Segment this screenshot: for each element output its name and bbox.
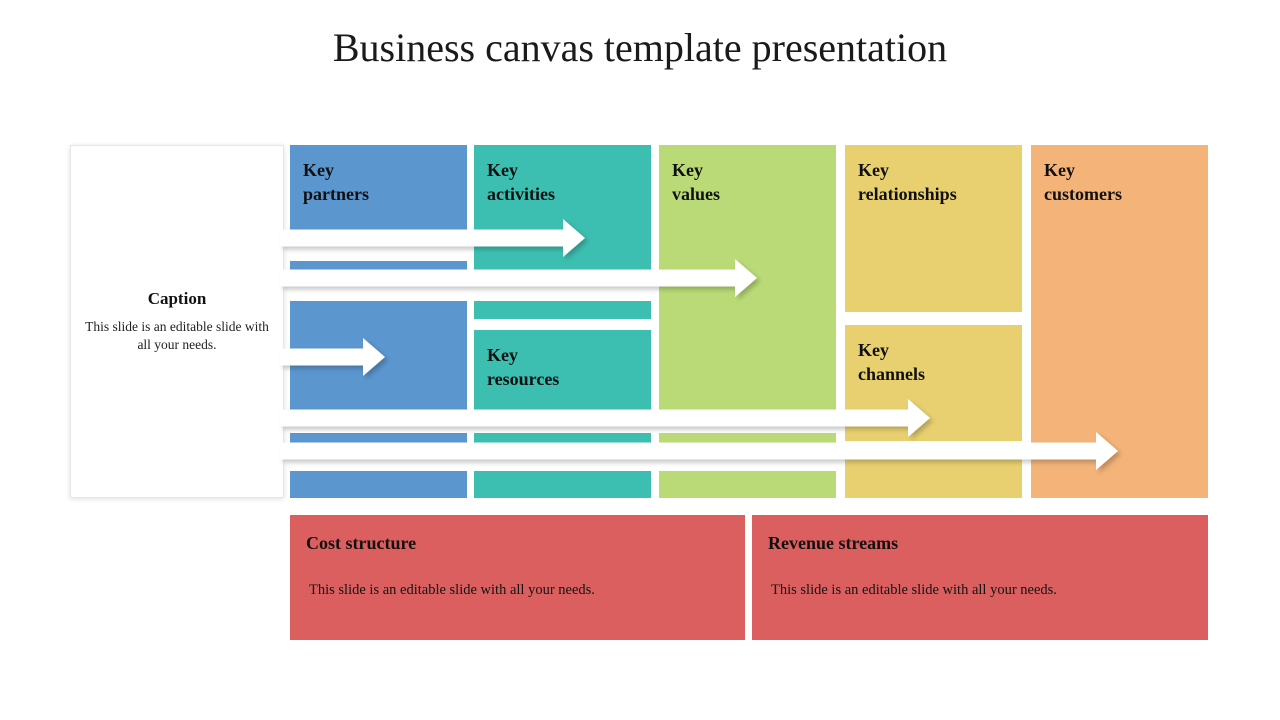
bottom-bar-cost-structure[interactable]: Cost structure This slide is an editable …	[290, 515, 745, 640]
page-title: Business canvas template presentation	[332, 25, 948, 70]
canvas-block-key-activities-strip-1[interactable]	[474, 301, 651, 319]
canvas-block-key-customers[interactable]: Key customers	[1031, 145, 1208, 498]
canvas-block-key-values-strip-1[interactable]	[659, 433, 836, 451]
canvas-block-key-relationships[interactable]: Key channels	[845, 325, 1022, 441]
caption-panel[interactable]: Caption This slide is an editable slide …	[70, 145, 284, 498]
canvas-block-key-activities-strip-3[interactable]	[474, 433, 651, 451]
canvas-block-label: Key channels	[858, 340, 926, 384]
canvas-block-key-partners-strip-3[interactable]	[290, 433, 467, 451]
canvas-block-key-partners-strip-2[interactable]	[290, 301, 467, 417]
canvas-block-label: Key relationships	[858, 160, 957, 204]
canvas-block-key-partners-strip-4[interactable]	[290, 471, 467, 498]
canvas-block-key-relationships[interactable]: Key relationships	[845, 145, 1022, 312]
slide-canvas: Business canvas template presentation Ca…	[0, 0, 1280, 720]
canvas-block-key-values-strip-2[interactable]	[659, 471, 836, 498]
canvas-block-label: Key activities	[487, 160, 555, 204]
canvas-block-label: Key values	[672, 160, 721, 204]
canvas-block-key-partners-strip-1[interactable]	[290, 261, 467, 279]
canvas-block-label: Key resources	[487, 345, 560, 389]
bottom-bar-body: This slide is an editable slide with all…	[771, 581, 1057, 598]
canvas-block-key-activities-strip-4[interactable]	[474, 471, 651, 498]
bottom-bar-revenue-streams[interactable]: Revenue streams This slide is an editable…	[752, 515, 1208, 640]
caption-body: This slide is an editable slide with all…	[85, 319, 269, 352]
canvas-block-key-values[interactable]: Key values	[659, 145, 836, 421]
bottom-bar-body: This slide is an editable slide with all…	[309, 581, 595, 598]
bottom-bar-title: Revenue streams	[768, 533, 899, 553]
bottom-bar-title: Cost structure	[306, 533, 417, 553]
canvas-block-key-activities[interactable]: Key activities	[474, 145, 651, 285]
canvas-block-label: Key customers	[1044, 160, 1122, 204]
canvas-block-key-partners[interactable]: Key partners	[290, 145, 467, 245]
caption-title: Caption	[147, 289, 207, 309]
canvas-block-key-relationships-strip-2[interactable]	[845, 454, 1022, 498]
canvas-block-label: Key partners	[303, 160, 369, 204]
canvas-block-key-activities[interactable]: Key resources	[474, 330, 651, 420]
